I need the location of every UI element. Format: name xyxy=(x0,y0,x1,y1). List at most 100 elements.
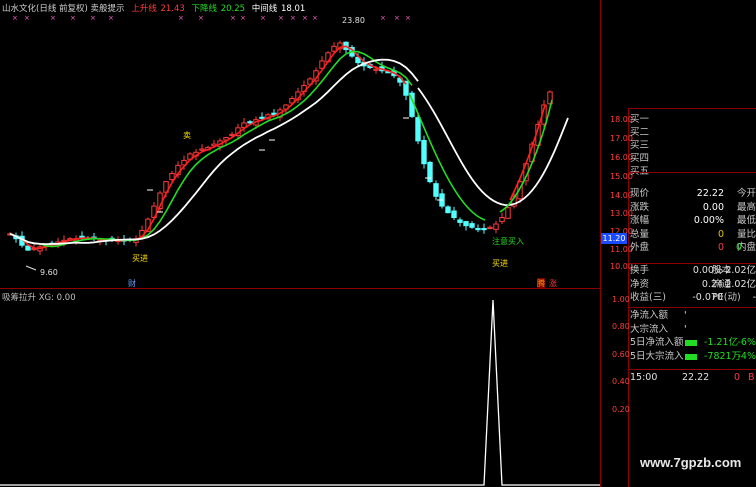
candle-body xyxy=(493,223,499,230)
stat-key: 净资 xyxy=(630,278,650,290)
orderbook-label: 买三 xyxy=(630,140,650,151)
buy-signal-label-2: 买进 xyxy=(492,259,508,268)
quote-divider xyxy=(628,263,756,264)
candle-body xyxy=(415,117,421,142)
stat-key: 收益(三) xyxy=(630,292,666,303)
signal-x-marker: × xyxy=(394,14,400,22)
candle-body xyxy=(457,219,463,223)
candle-body xyxy=(505,207,511,219)
flow-row: 大宗流入 ' xyxy=(630,324,756,336)
signal-x-marker: × xyxy=(240,14,246,22)
stat-row: 换手 0.00% 股本 2.02亿 xyxy=(630,265,756,277)
candle-body xyxy=(481,228,487,231)
trade-price: 22.22 xyxy=(682,372,710,383)
chart-header: 山水文化(日线 前复权) 卖般提示 上升线 21.43 下降线 20.25 中间… xyxy=(2,2,309,14)
quote-key-2: 最高 xyxy=(736,201,756,213)
quote-row: 外盘 0 内盘 0 xyxy=(630,242,756,254)
signal-x-marker: × xyxy=(178,14,184,22)
candle-body xyxy=(199,148,205,151)
quote-key: 涨幅 xyxy=(630,215,650,226)
watermark-text: www.7gpzb.com xyxy=(640,455,742,470)
orderbook-row: 买四 xyxy=(630,153,756,165)
quote-key-2: 今开 xyxy=(736,188,756,199)
info-top-line xyxy=(628,108,756,109)
high-price-label: 23.80 xyxy=(342,16,365,25)
signal-x-marker: × xyxy=(260,14,266,22)
quote-key-2: 量比 xyxy=(736,228,756,240)
stat-value-2: - xyxy=(752,292,756,303)
quote-row: 总量 0 量比 xyxy=(630,229,756,241)
stat-row: 净资 0.24 流通 2.02亿 xyxy=(630,279,756,291)
flow-key: 大宗流入 xyxy=(630,323,669,335)
candle-body xyxy=(427,161,433,183)
signal-x-marker: × xyxy=(302,14,308,22)
signal-x-marker: × xyxy=(90,14,96,22)
candle-body xyxy=(487,226,493,229)
quote-value: 0 xyxy=(717,242,724,253)
signal-x-marker: × xyxy=(380,14,386,22)
flow-pct: -6% xyxy=(737,337,756,348)
upper-line-value: 21.43 xyxy=(160,4,185,14)
stats-divider xyxy=(628,307,756,308)
candle-body xyxy=(475,228,481,231)
lower-line-label: 下降线 xyxy=(191,4,218,14)
quote-key: 涨跌 xyxy=(630,201,650,213)
flow-bar xyxy=(685,353,697,360)
quote-key-2: 最低 xyxy=(736,215,756,226)
candle-body xyxy=(463,221,469,227)
indicator-title: 吸筹拉升 XG: 0.00 xyxy=(2,293,76,303)
flow-row: 5日大宗流入 -7821万 -4% xyxy=(630,351,756,363)
quote-value: 0 xyxy=(717,228,724,240)
candle-body xyxy=(499,217,505,223)
quote-value-2: 0 xyxy=(736,242,743,253)
flow-key: 净流入额 xyxy=(630,310,669,321)
signal-x-marker: × xyxy=(290,14,296,22)
stat-value-2: 2.02亿 xyxy=(725,278,756,290)
low-price-label: 9.60 xyxy=(40,268,58,277)
buy-signal-label: 买进 xyxy=(132,254,148,263)
flow-value: ' xyxy=(684,323,687,335)
orderbook-row: 买二 xyxy=(630,127,756,139)
signal-x-marker: × xyxy=(108,14,114,22)
candle-body xyxy=(421,139,427,165)
indicator-tick: 0.60 xyxy=(612,350,630,359)
candle-body xyxy=(169,172,175,181)
signal-x-marker: × xyxy=(24,14,30,22)
signal-x-marker: × xyxy=(278,14,284,22)
sell-signal-label: 卖 xyxy=(183,131,191,140)
flow-value: -1.21亿 xyxy=(704,337,739,348)
candle-body xyxy=(79,235,85,238)
candle-body xyxy=(433,183,439,197)
flow-pct: -4% xyxy=(737,350,756,362)
signal-x-marker: × xyxy=(198,14,204,22)
candle-body xyxy=(259,116,265,119)
orderbook-row: 买三 xyxy=(630,140,756,152)
quote-row: 涨跌 0.00 最高 xyxy=(630,202,756,214)
candle-body xyxy=(25,245,31,251)
stat-row: 收益(三) -0.070 PE(动) - xyxy=(630,292,756,304)
quote-key: 外盘 xyxy=(630,242,650,253)
indicator-tick: 0.80 xyxy=(612,322,630,331)
trade-side: B xyxy=(748,372,755,383)
flow-value: -7821万 xyxy=(704,350,742,362)
orderbook-divider xyxy=(628,172,756,173)
orderbook-label: 买一 xyxy=(630,114,650,125)
candle-body xyxy=(445,206,451,214)
candlestick-series xyxy=(7,40,553,255)
quote-row: 涨幅 0.00% 最低 xyxy=(630,215,756,227)
stock-title: 山水文化(日线 前复权) 卖般提示 xyxy=(2,4,125,14)
candle-body xyxy=(451,210,457,218)
stat-value-2: 2.02亿 xyxy=(725,265,756,276)
stat-key-2: PE(动) xyxy=(712,292,741,303)
mid-line-value: 18.01 xyxy=(281,4,306,14)
mid-line-label: 中间线 xyxy=(251,4,278,14)
quote-key: 现价 xyxy=(630,188,650,199)
indicator-chart[interactable] xyxy=(0,288,600,487)
signal-x-marker: × xyxy=(230,14,236,22)
quote-value: 0.00 xyxy=(702,201,724,213)
indicator-tick: 0.20 xyxy=(612,405,630,414)
quote-value: 0.00% xyxy=(693,215,724,226)
indicator-tick: 0.40 xyxy=(612,377,630,386)
quote-value: 22.22 xyxy=(696,188,724,199)
lower-line-value: 20.25 xyxy=(220,4,246,14)
